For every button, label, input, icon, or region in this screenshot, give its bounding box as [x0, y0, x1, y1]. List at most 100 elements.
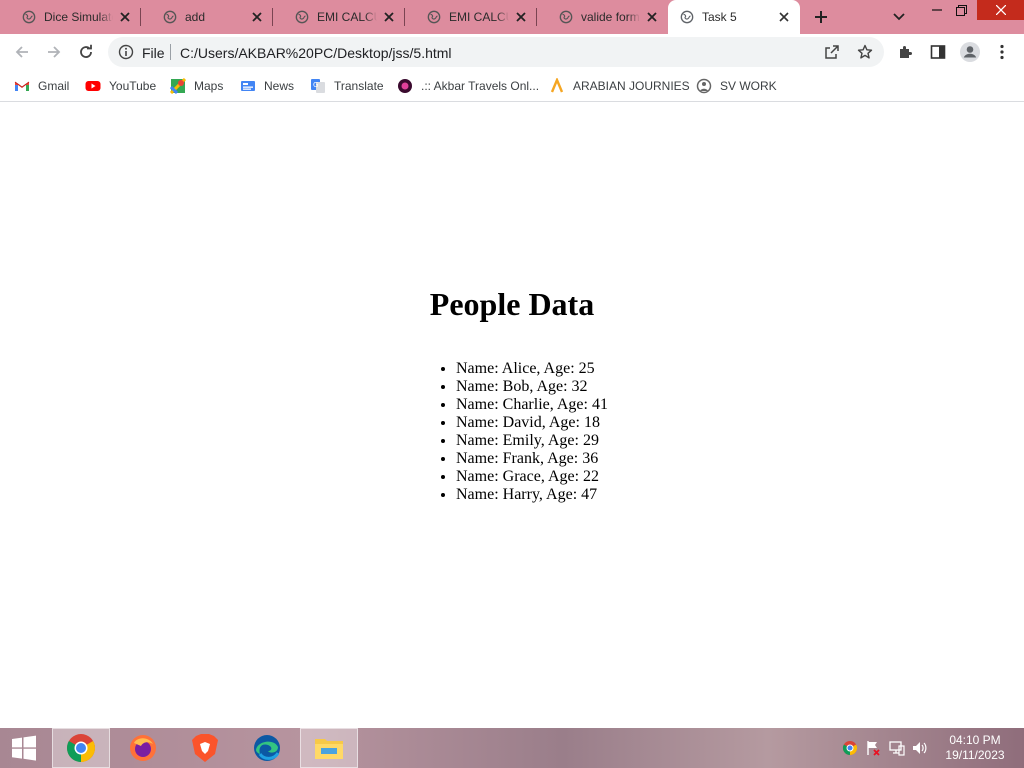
- system-clock[interactable]: 04:10 PM 19/11/2023: [930, 733, 1020, 763]
- bookmark-youtube[interactable]: YouTube: [85, 76, 156, 96]
- chrome-icon: [67, 734, 95, 762]
- minimize-icon: [932, 9, 942, 11]
- akbar-travels-icon: [398, 79, 412, 93]
- tab-search-button[interactable]: [890, 8, 908, 26]
- tab-add[interactable]: add: [141, 0, 273, 34]
- globe-icon: [559, 10, 573, 24]
- info-icon[interactable]: [118, 44, 134, 60]
- bookmark-label: Translate: [334, 79, 384, 93]
- tab-title: Dice Simulator: [44, 10, 113, 24]
- close-tab-icon[interactable]: [117, 9, 133, 25]
- extensions-button[interactable]: [894, 40, 918, 64]
- new-tab-button[interactable]: [810, 6, 832, 28]
- tab-title: valide form: [581, 10, 640, 24]
- firefox-icon: [130, 735, 156, 761]
- taskbar-firefox[interactable]: [114, 728, 172, 768]
- taskbar-chrome[interactable]: [52, 728, 110, 768]
- taskbar-edge[interactable]: [238, 728, 296, 768]
- minimize-button[interactable]: [926, 0, 948, 20]
- close-tab-icon[interactable]: [776, 9, 792, 25]
- bookmark-sv-work[interactable]: SV WORK: [696, 76, 777, 96]
- list-item: Name: Charlie, Age: 41: [456, 396, 608, 414]
- tab-strip: Dice Simulator add EMI CALCULATOR EMI CA…: [0, 0, 1024, 34]
- translate-icon: G: [311, 79, 325, 93]
- close-tab-icon[interactable]: [644, 9, 660, 25]
- tab-task-5[interactable]: Task 5: [668, 0, 800, 34]
- reload-icon: [80, 44, 92, 58]
- bookmark-gmail[interactable]: Gmail: [14, 76, 69, 96]
- address-separator: [170, 44, 171, 60]
- taskbar-brave[interactable]: [176, 728, 234, 768]
- bookmark-label: Maps: [194, 79, 224, 93]
- chevron-down-icon: [893, 13, 905, 21]
- chrome-tray-icon[interactable]: [842, 740, 858, 756]
- side-panel-icon: [930, 45, 946, 59]
- tab-valide-form[interactable]: valide form: [537, 0, 668, 34]
- browser-toolbar: File C:/Users/AKBAR%20PC/Desktop/jss/5.h…: [0, 34, 1024, 70]
- address-bar[interactable]: File C:/Users/AKBAR%20PC/Desktop/jss/5.h…: [108, 37, 884, 67]
- bookmark-label: ARABIAN JOURNIES: [573, 79, 690, 93]
- globe-icon: [427, 10, 441, 24]
- bookmark-news[interactable]: News: [240, 76, 294, 96]
- tab-title: add: [185, 10, 206, 24]
- network-icon[interactable]: [889, 740, 905, 756]
- menu-button[interactable]: [990, 40, 1014, 64]
- bookmark-arabian-journies[interactable]: ARABIAN JOURNIES: [549, 76, 690, 96]
- tab-title: EMI CALCULATOR: [317, 10, 377, 24]
- start-button[interactable]: [0, 728, 48, 768]
- arabian-journies-icon: [550, 78, 564, 93]
- bookmark-label: Gmail: [38, 79, 70, 93]
- back-button[interactable]: [10, 40, 34, 64]
- restore-icon: [955, 4, 967, 16]
- youtube-icon: [85, 81, 101, 91]
- tab-dice-simulator[interactable]: Dice Simulator: [0, 0, 141, 34]
- url-text[interactable]: C:/Users/AKBAR%20PC/Desktop/jss/5.html: [180, 45, 452, 61]
- list-item: Name: Emily, Age: 29: [456, 432, 608, 450]
- tab-emi-calculator-2[interactable]: EMI CALCULATOR: [405, 0, 537, 34]
- list-item: Name: Frank, Age: 36: [456, 450, 608, 468]
- side-panel-button[interactable]: [926, 40, 950, 64]
- globe-icon: [22, 10, 36, 24]
- tab-title: Task 5: [702, 10, 737, 24]
- bookmark-translate[interactable]: G Translate: [310, 76, 384, 96]
- news-icon: [241, 81, 255, 91]
- puzzle-icon: [900, 46, 912, 58]
- restore-button[interactable]: [950, 0, 972, 20]
- page-title: People Data: [429, 286, 595, 322]
- close-icon: [995, 5, 1006, 15]
- avatar-icon: [960, 42, 980, 62]
- tab-title: EMI CALCULATOR: [449, 10, 509, 24]
- bookmark-label: YouTube: [109, 79, 157, 93]
- close-tab-icon[interactable]: [513, 9, 529, 25]
- list-item: Name: Bob, Age: 32: [456, 378, 608, 396]
- brave-icon: [192, 734, 218, 762]
- bookmarks-bar: Gmail YouTube Maps News G Translate .:: …: [0, 70, 1024, 102]
- forward-button[interactable]: [42, 40, 66, 64]
- clock-time: 04:10 PM: [949, 733, 1001, 747]
- flag-icon[interactable]: [865, 740, 881, 756]
- arrow-left-icon: [15, 46, 28, 58]
- bookmark-label: .:: Akbar Travels Onl...: [421, 79, 540, 93]
- bookmark-maps[interactable]: Maps: [170, 76, 223, 96]
- taskbar: 04:10 PM 19/11/2023: [0, 728, 1024, 768]
- page-content: People Data Name: Alice, Age: 25 Name: B…: [0, 103, 1024, 728]
- bookmark-label: SV WORK: [720, 79, 777, 93]
- profile-button[interactable]: [958, 40, 982, 64]
- taskbar-file-explorer[interactable]: [300, 728, 358, 768]
- window-close-button[interactable]: [977, 0, 1024, 20]
- bookmark-star-icon[interactable]: [857, 44, 873, 60]
- globe-icon: [680, 10, 694, 24]
- edge-icon: [254, 735, 280, 761]
- plus-icon: [815, 11, 827, 23]
- bookmark-akbar-travels[interactable]: .:: Akbar Travels Onl...: [397, 76, 539, 96]
- tab-emi-calculator-1[interactable]: EMI CALCULATOR: [273, 0, 405, 34]
- close-tab-icon[interactable]: [249, 9, 265, 25]
- list-item: Name: Grace, Age: 22: [456, 468, 608, 486]
- close-tab-icon[interactable]: [381, 9, 397, 25]
- globe-icon: [163, 10, 177, 24]
- arrow-right-icon: [48, 46, 61, 58]
- share-icon[interactable]: [824, 44, 840, 60]
- svg-text:G: G: [313, 81, 318, 89]
- speaker-icon[interactable]: [912, 740, 928, 756]
- reload-button[interactable]: [74, 40, 98, 64]
